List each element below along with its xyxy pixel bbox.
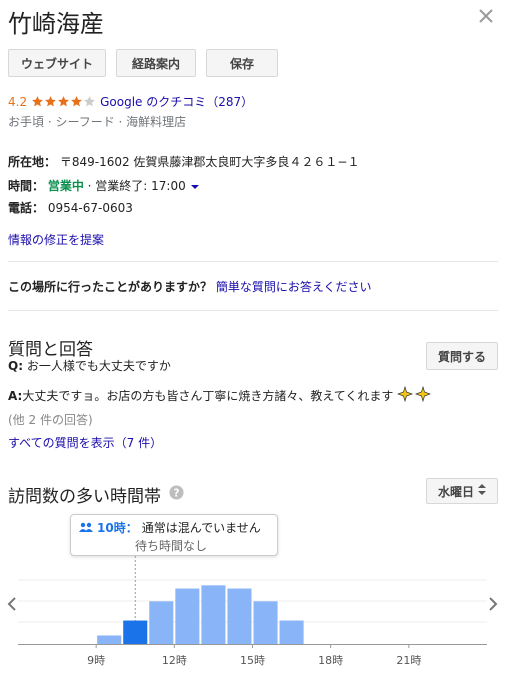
star-icon	[45, 96, 57, 107]
tick-label: 15時	[240, 654, 265, 667]
reviews-link[interactable]: Google のクチコミ（287）	[100, 93, 253, 110]
chevron-right-icon[interactable]	[487, 596, 499, 616]
answer: A: 大丈夫ですョ。お店の方も皆さん丁寧に焼き方諸々、教えてくれます	[8, 385, 432, 405]
divider	[8, 261, 498, 262]
star-icon	[58, 96, 70, 107]
star-icon	[84, 96, 96, 107]
tooltip: 10時： 通常は混んでいません 待ち時間なし	[70, 514, 278, 556]
tooltip-line: 10時： 通常は混んでいません	[79, 519, 261, 536]
phone-row: 電話： 0954-67-0603	[8, 199, 133, 216]
people-icon	[79, 521, 93, 535]
chart-bar-16時[interactable]	[279, 620, 304, 644]
category: お手頃 · シーフード · 海鮮料理店	[8, 115, 187, 129]
chart-bar-9時[interactable]	[97, 635, 122, 644]
popular-times-chart	[18, 556, 487, 648]
suggest-edit-link[interactable]: 情報の修正を提案	[8, 231, 104, 248]
website-button[interactable]: ウェブサイト	[8, 49, 106, 77]
visited-row: この場所に行ったことがありますか？ 簡単な質問にお答えください	[8, 278, 372, 295]
chart-bar-14時[interactable]	[227, 588, 252, 644]
help-icon[interactable]: ?	[169, 484, 184, 505]
hours-label: 時間：	[8, 179, 45, 193]
tooltip-hour: 10時：	[97, 521, 138, 535]
tick-label: 21時	[396, 654, 422, 667]
popular-times-heading: 訪問数の多い時間帯	[8, 487, 161, 507]
q-text: お一人様でも大丈夫ですか	[23, 359, 171, 373]
popular-times-header: 訪問数の多い時間帯 ?	[8, 482, 184, 507]
tick-label: 12時	[161, 654, 187, 667]
chart-bar-15時[interactable]	[253, 601, 278, 644]
day-select[interactable]: 水曜日	[426, 478, 498, 504]
tick-label: 18時	[318, 654, 344, 667]
show-all-questions-link[interactable]: すべての質問を表示（7 件）	[8, 434, 162, 451]
tooltip-wait: 待ち時間なし	[135, 539, 208, 553]
close-icon[interactable]	[474, 4, 498, 28]
chevron-left-icon[interactable]	[6, 596, 18, 616]
sparkle-emoji-icon	[397, 385, 432, 405]
visited-question: この場所に行ったことがありますか？	[8, 280, 213, 294]
other-answers[interactable]: (他 2 件の回答)	[8, 411, 93, 428]
sort-arrows-icon	[478, 484, 486, 498]
a-label: A:	[8, 388, 23, 403]
divider	[8, 310, 498, 311]
directions-button[interactable]: 経路案内	[116, 49, 196, 77]
star-icon	[32, 96, 44, 107]
hours-detail: · 営業終了: 17:00	[83, 179, 186, 193]
address-row: 所在地： 〒849-1602 佐賀県藤津郡太良町大字多良４２６１−１	[8, 153, 360, 170]
hours-row[interactable]: 時間： 営業中 · 営業終了: 17:00	[8, 177, 200, 194]
rating-stars	[31, 95, 96, 108]
question: Q: お一人様でも大丈夫ですか	[8, 357, 171, 374]
ask-question-button[interactable]: 質問する	[426, 342, 498, 370]
svg-text:?: ?	[174, 487, 180, 499]
chart-bar-13時[interactable]	[201, 585, 226, 644]
tick-label: 9時	[87, 654, 106, 667]
star-icon	[71, 96, 83, 107]
open-status: 営業中	[47, 179, 84, 193]
save-button[interactable]: 保存	[206, 49, 278, 77]
visited-link[interactable]: 簡単な質問にお答えください	[216, 280, 372, 294]
phone-label: 電話：	[8, 201, 45, 215]
address-label: 所在地：	[8, 155, 57, 169]
chart-bar-12時[interactable]	[175, 588, 200, 644]
chevron-down-icon[interactable]	[190, 179, 200, 193]
day-select-label: 水曜日	[437, 484, 474, 499]
a-text: 大丈夫ですョ。お店の方も皆さん丁寧に焼き方諸々、教えてくれます	[22, 389, 394, 403]
q-label: Q:	[8, 359, 23, 373]
address-value[interactable]: 〒849-1602 佐賀県藤津郡太良町大字多良４２６１−１	[60, 155, 360, 169]
tooltip-status: 通常は混んでいません	[141, 521, 261, 535]
phone-value[interactable]: 0954-67-0603	[48, 201, 133, 215]
chart-bar-11時[interactable]	[149, 601, 174, 644]
place-title: 竹崎海産	[8, 10, 104, 38]
rating-row: 4.2 Google のクチコミ（287）	[8, 93, 253, 110]
rating-value: 4.2	[8, 94, 28, 109]
chart-bar-10時[interactable]	[123, 620, 148, 644]
